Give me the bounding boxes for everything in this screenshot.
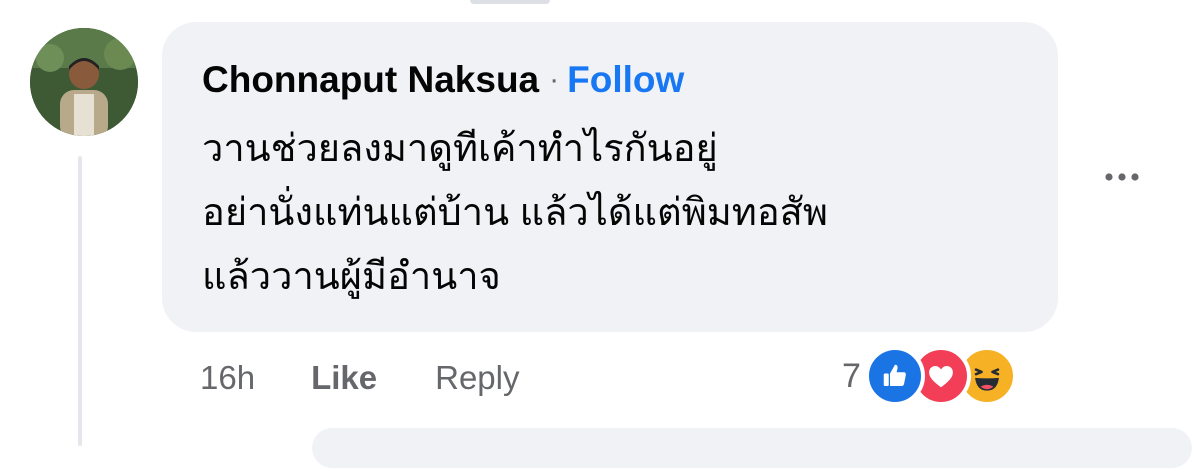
comment-header: Chonnaput Naksua · Follow xyxy=(202,58,684,102)
profile-photo xyxy=(30,28,138,136)
thread-line xyxy=(78,156,82,446)
reactions-summary[interactable]: 7 xyxy=(842,345,1017,407)
avatar[interactable] xyxy=(30,28,138,136)
author-name[interactable]: Chonnaput Naksua xyxy=(202,59,539,101)
separator-dot: · xyxy=(549,63,560,96)
reaction-count: 7 xyxy=(842,356,861,395)
comment-bubble: Chonnaput Naksua · Follow วานช่วยลงมาดูท… xyxy=(162,22,1058,332)
comment-actions: 16h Like Reply xyxy=(200,352,519,404)
more-options-button[interactable] xyxy=(1094,152,1150,202)
thumbs-up-icon xyxy=(864,346,925,406)
reply-button[interactable]: Reply xyxy=(435,359,519,397)
follow-button[interactable]: Follow xyxy=(567,59,684,101)
comment-text: วานช่วยลงมาดูทีเค้าทำไรกันอยู่ อย่านั่งแ… xyxy=(202,117,1042,309)
timestamp[interactable]: 16h xyxy=(200,359,255,397)
next-comment-bubble xyxy=(312,428,1192,468)
like-button[interactable]: Like xyxy=(311,359,377,397)
comment-line: แล้ววานผู้มีอำนาจ xyxy=(202,256,501,298)
more-icon xyxy=(1105,173,1139,181)
comment-line: อย่านั่งแท่นแต่บ้าน แล้วได้แต่พิมทอสัพ xyxy=(202,192,828,234)
previous-comment-edge xyxy=(470,0,550,4)
comment-line: วานช่วยลงมาดูทีเค้าทำไรกันอยู่ xyxy=(202,128,718,170)
